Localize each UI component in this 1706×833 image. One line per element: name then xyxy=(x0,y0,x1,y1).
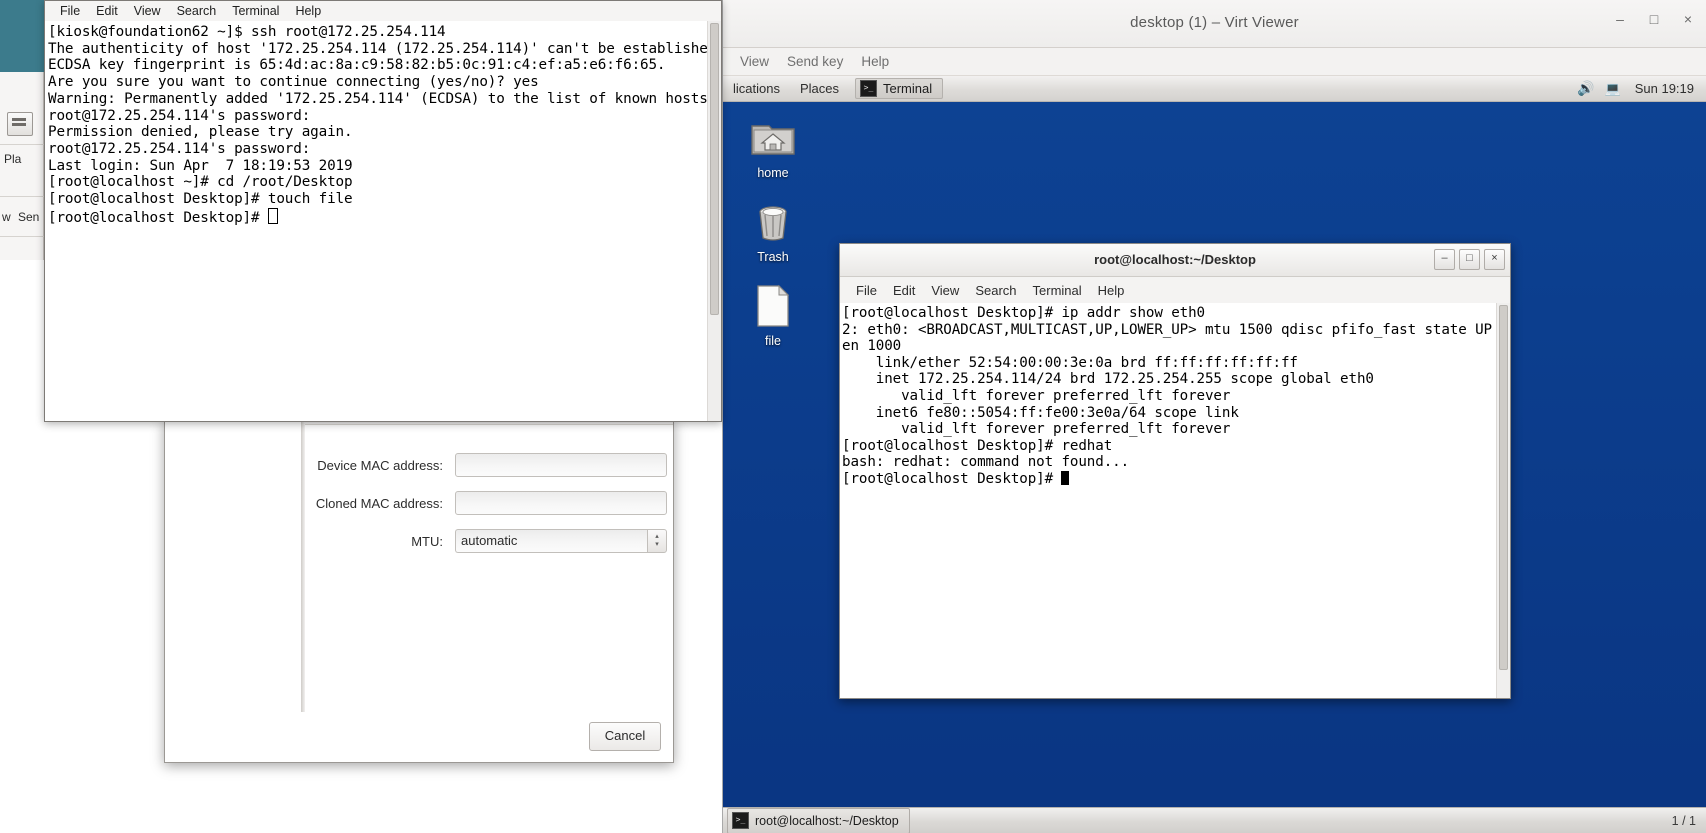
form-row-device-mac: Device MAC address: xyxy=(315,453,667,477)
guest-terminal-titlebar: root@localhost:~/Desktop – □ × xyxy=(840,244,1510,277)
menu-view[interactable]: View xyxy=(126,4,169,18)
form-row-mtu: MTU: automatic ▴ ▾ xyxy=(315,529,667,553)
strip-teal-band xyxy=(0,0,44,72)
menu-send-key[interactable]: Send key xyxy=(778,52,852,71)
panel-applications-menu[interactable]: lications xyxy=(723,81,790,96)
menu-search[interactable]: Search xyxy=(967,283,1024,298)
cloned-mac-label: Cloned MAC address: xyxy=(315,495,443,511)
guest-terminal-window-controls: – □ × xyxy=(1434,249,1505,270)
close-icon[interactable]: × xyxy=(1678,12,1698,32)
virt-viewer-titlebar: desktop (1) – Virt Viewer – □ × xyxy=(723,0,1706,48)
scrollbar-thumb[interactable] xyxy=(1499,305,1508,671)
mtu-value[interactable]: automatic xyxy=(455,529,647,553)
terminal-cursor xyxy=(267,207,278,224)
close-icon[interactable]: × xyxy=(1484,249,1505,270)
minimize-icon[interactable]: – xyxy=(1434,249,1455,270)
maximize-icon[interactable]: □ xyxy=(1644,12,1664,32)
maximize-icon[interactable]: □ xyxy=(1459,249,1480,270)
host-terminal-menubar: File Edit View Search Terminal Help xyxy=(45,1,721,22)
desktop-icon-file[interactable]: file xyxy=(731,282,815,348)
menu-help[interactable]: Help xyxy=(1090,283,1133,298)
guest-terminal-menubar: File Edit View Search Terminal Help xyxy=(840,277,1510,304)
menu-view[interactable]: View xyxy=(923,283,967,298)
dialog-form: Device MAC address: Cloned MAC address: … xyxy=(315,453,667,567)
strip-label-places[interactable]: Pla xyxy=(0,152,48,166)
network-settings-dialog: Device MAC address: Cloned MAC address: … xyxy=(164,418,674,763)
virt-viewer-menubar: View Send key Help xyxy=(723,48,1706,76)
menu-edit[interactable]: Edit xyxy=(88,4,126,18)
menu-terminal[interactable]: Terminal xyxy=(224,4,287,18)
workspace-indicator[interactable]: 1 / 1 xyxy=(1672,814,1702,828)
panel-status-area: 🔊 💻 Sun 19:19 xyxy=(1577,80,1706,97)
desktop-icon-label: home xyxy=(757,166,789,180)
menu-search[interactable]: Search xyxy=(169,4,225,18)
mtu-label: MTU: xyxy=(411,533,443,549)
panel-task-terminal[interactable]: >_ Terminal xyxy=(855,78,944,99)
scrollbar-thumb[interactable] xyxy=(710,23,719,315)
background-app-strip: Pla w Sen xyxy=(0,0,44,260)
guest-taskbar: >_ root@localhost:~/Desktop 1 / 1 xyxy=(723,807,1706,833)
host-terminal-window: File Edit View Search Terminal Help [kio… xyxy=(44,0,722,422)
guest-terminal-output: [root@localhost Desktop]# ip addr show e… xyxy=(842,305,1510,488)
strip-divider xyxy=(0,144,44,145)
screen-root: desktop (1) – Virt Viewer – □ × View Sen… xyxy=(0,0,1706,833)
guest-desktop[interactable]: home Trash file root@localhost:~/Desktop… xyxy=(723,102,1706,833)
desktop-icon-label: Trash xyxy=(757,250,789,264)
host-terminal-lines: [kiosk@foundation62 ~]$ ssh root@172.25.… xyxy=(48,24,722,226)
speaker-icon[interactable]: 🔊 xyxy=(1577,80,1594,97)
menu-edit[interactable]: Edit xyxy=(885,283,923,298)
virt-viewer-window-controls: – □ × xyxy=(1610,12,1698,32)
desktop-icon-label: file xyxy=(765,334,781,348)
cancel-button[interactable]: Cancel xyxy=(589,722,661,751)
guest-terminal-lines: [root@localhost Desktop]# ip addr show e… xyxy=(842,305,1510,487)
minimize-icon[interactable]: – xyxy=(1610,12,1630,32)
terminal-icon: >_ xyxy=(732,812,749,829)
window-list-icon[interactable] xyxy=(7,112,33,136)
menu-terminal[interactable]: Terminal xyxy=(1025,283,1090,298)
taskbar-item-label: root@localhost:~/Desktop xyxy=(755,813,899,828)
mtu-stepper-buttons[interactable]: ▴ ▾ xyxy=(647,529,667,553)
dialog-right-pane: Device MAC address: Cloned MAC address: … xyxy=(305,419,673,762)
home-folder-icon xyxy=(731,114,815,162)
guest-terminal-body[interactable]: [root@localhost Desktop]# ip addr show e… xyxy=(840,303,1510,698)
menu-file[interactable]: File xyxy=(52,4,88,18)
virt-viewer-title: desktop (1) – Virt Viewer xyxy=(1130,14,1299,31)
host-terminal-scrollbar[interactable] xyxy=(707,21,721,421)
guest-terminal-title: root@localhost:~/Desktop xyxy=(1094,252,1256,267)
strip-divider xyxy=(0,236,44,237)
form-row-cloned-mac: Cloned MAC address: xyxy=(315,491,667,515)
guest-terminal-window: root@localhost:~/Desktop – □ × File Edit… xyxy=(839,243,1511,699)
mtu-spinner[interactable]: automatic ▴ ▾ xyxy=(455,529,667,553)
panel-clock[interactable]: Sun 19:19 xyxy=(1631,81,1698,96)
taskbar-item-terminal[interactable]: >_ root@localhost:~/Desktop xyxy=(727,807,910,833)
dialog-left-pane xyxy=(165,419,302,762)
device-mac-label: Device MAC address: xyxy=(317,457,443,473)
desktop-icon-home[interactable]: home xyxy=(731,114,815,180)
host-terminal-output: [kiosk@foundation62 ~]$ ssh root@172.25.… xyxy=(48,24,721,226)
gnome-top-panel: lications Places >_ Terminal 🔊 💻 Sun 19:… xyxy=(723,76,1706,102)
device-mac-input[interactable] xyxy=(455,453,667,477)
virt-viewer-window: desktop (1) – Virt Viewer – □ × View Sen… xyxy=(722,0,1706,833)
text-file-icon xyxy=(731,282,815,330)
stepper-down-icon[interactable]: ▾ xyxy=(655,541,659,549)
host-terminal-body[interactable]: [kiosk@foundation62 ~]$ ssh root@172.25.… xyxy=(45,21,721,421)
monitor-icon[interactable]: 💻 xyxy=(1605,81,1621,97)
menu-help[interactable]: Help xyxy=(852,52,898,71)
guest-terminal-scrollbar[interactable] xyxy=(1496,303,1510,698)
cloned-mac-input[interactable] xyxy=(455,491,667,515)
terminal-icon: >_ xyxy=(860,80,877,97)
terminal-cursor xyxy=(1061,470,1070,485)
panel-task-label: Terminal xyxy=(883,81,933,96)
panel-places-menu[interactable]: Places xyxy=(790,81,849,96)
menu-file[interactable]: File xyxy=(848,283,885,298)
menu-view[interactable]: View xyxy=(731,52,778,71)
strip-divider xyxy=(0,196,44,197)
menu-help[interactable]: Help xyxy=(287,4,329,18)
trash-can-icon xyxy=(731,198,815,246)
desktop-icon-trash[interactable]: Trash xyxy=(731,198,815,264)
desktop-icon-list: home Trash file xyxy=(731,114,815,366)
stepper-up-icon[interactable]: ▴ xyxy=(655,533,659,541)
dialog-footer: Cancel xyxy=(165,712,673,762)
